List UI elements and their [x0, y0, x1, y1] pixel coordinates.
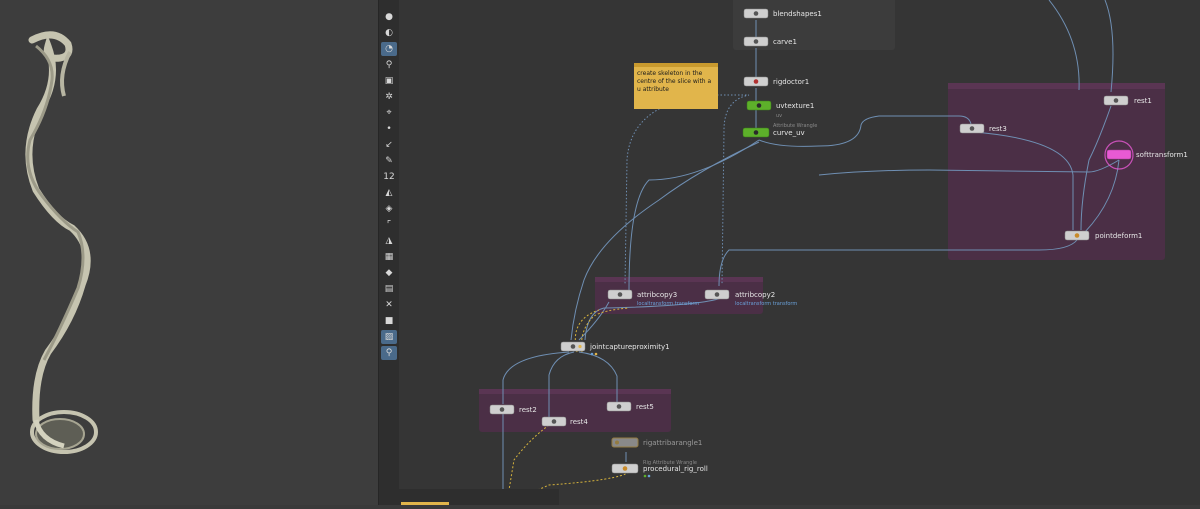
texture-icon[interactable]: ▤ [381, 282, 397, 296]
background-icon[interactable]: ▨ [381, 330, 397, 344]
point-icon[interactable]: • [381, 122, 397, 136]
sticky-note[interactable]: create skeleton in the centre of the sli… [634, 63, 718, 109]
pen-icon[interactable]: ✎ [381, 154, 397, 168]
node-pointdeform1[interactable]: pointdeform1 [1064, 230, 1142, 241]
node-rigattribarangle1[interactable]: rigattribarangle1 [611, 437, 702, 448]
snap-icon[interactable]: ✲ [381, 90, 397, 104]
wire-icon[interactable]: ✕ [381, 298, 397, 312]
node-jointcaptureproximity1[interactable]: jointcaptureproximity1 [560, 341, 670, 356]
node-label-rest3: rest3 [989, 125, 1007, 133]
guide-12-label: 12 [383, 172, 395, 182]
viewport-toolbar: ● ◐ ◔ ⚲ ▣ ✲ ⌖ • ↙ ✎ 12 ◭ ◈ ⌜ ◮ ▦ ◆ ▤ ✕ ■… [378, 0, 400, 505]
3d-viewport[interactable] [0, 0, 378, 505]
node-procedural_rig_roll[interactable]: Rig Attribute Wrangle procedural_rig_rol… [611, 460, 708, 478]
pin-icon[interactable]: ⚲ [381, 346, 397, 360]
node-sub-attribcopy3: localtransform transform [637, 301, 699, 307]
template-icon[interactable]: ◈ [381, 202, 397, 216]
light-bulb-icon[interactable]: ⚲ [381, 58, 397, 72]
node-label-jointcaptureproximity1: jointcaptureproximity1 [589, 343, 670, 351]
handle-icon[interactable]: ▣ [381, 74, 397, 88]
netbox-attribcopy-header [595, 277, 763, 282]
grid-icon[interactable]: ◮ [381, 234, 397, 248]
node-label-pointdeform1: pointdeform1 [1095, 232, 1142, 240]
node-curve_uv[interactable]: Attribute Wrangle curve_uv [742, 123, 817, 138]
geometry-icon[interactable]: ◆ [381, 266, 397, 280]
node-label-rest5: rest5 [636, 403, 654, 411]
ribbon-geometry [25, 31, 98, 454]
node-label-rest2: rest2 [519, 406, 537, 414]
netbox-deform-header [948, 83, 1165, 89]
node-rest5[interactable]: rest5 [606, 401, 654, 412]
node-rest2[interactable]: rest2 [489, 404, 537, 415]
node-label-rest1: rest1 [1134, 97, 1152, 105]
node-sub-uvtexture1: uv [776, 113, 782, 119]
node-rigdoctor1[interactable]: rigdoctor1 [743, 76, 809, 87]
node-rest1[interactable]: rest1 [1103, 95, 1152, 106]
orient-icon[interactable]: ⌖ [381, 106, 397, 120]
sticky-note-text: create skeleton in the centre of the sli… [637, 70, 712, 93]
netbox-rest-header [479, 389, 671, 394]
guide-12-icon[interactable]: 12 [381, 170, 397, 184]
node-blendshapes1[interactable]: blendshapes1 [743, 8, 822, 19]
node-label-attribcopy3: attribcopy3 [637, 291, 677, 299]
node-rest3[interactable]: rest3 [959, 123, 1007, 134]
node-label-blendshapes1: blendshapes1 [773, 10, 822, 18]
cube-icon[interactable]: ■ [381, 314, 397, 328]
node-label-attribcopy2: attribcopy2 [735, 291, 775, 299]
light-icon[interactable]: ◔ [381, 42, 397, 56]
network-editor[interactable]: blendshapes1 carve1 rigdoctor1 uvtexture… [399, 0, 1200, 505]
sticky-dotted-wires [624, 94, 750, 286]
view-icon[interactable]: ● [381, 10, 397, 24]
node-label-rest4: rest4 [570, 418, 588, 426]
shade-icon[interactable]: ◭ [381, 186, 397, 200]
node-graph: blendshapes1 carve1 rigdoctor1 uvtexture… [479, 0, 1188, 505]
ghost-icon[interactable]: ▦ [381, 250, 397, 264]
node-uvtexture1[interactable]: uvtexture1 uv [746, 100, 814, 119]
node-label-softtransform1: softtransform1 [1136, 151, 1188, 159]
node-label-carve1: carve1 [773, 38, 797, 46]
node-sub-attribcopy2: localtransform transform [735, 301, 797, 307]
node-label-curve_uv: curve_uv [773, 129, 805, 137]
node-rest4[interactable]: rest4 [541, 416, 588, 427]
edge-icon[interactable]: ↙ [381, 138, 397, 152]
node-label-procedural_rig_roll: procedural_rig_roll [643, 465, 708, 473]
node-label-rigattribarangle1: rigattribarangle1 [643, 439, 702, 447]
node-label-uvtexture1: uvtexture1 [776, 102, 814, 110]
display-options-icon[interactable]: ◐ [381, 26, 397, 40]
bounds-icon[interactable]: ⌜ [381, 218, 397, 232]
node-label-rigdoctor1: rigdoctor1 [773, 78, 809, 86]
